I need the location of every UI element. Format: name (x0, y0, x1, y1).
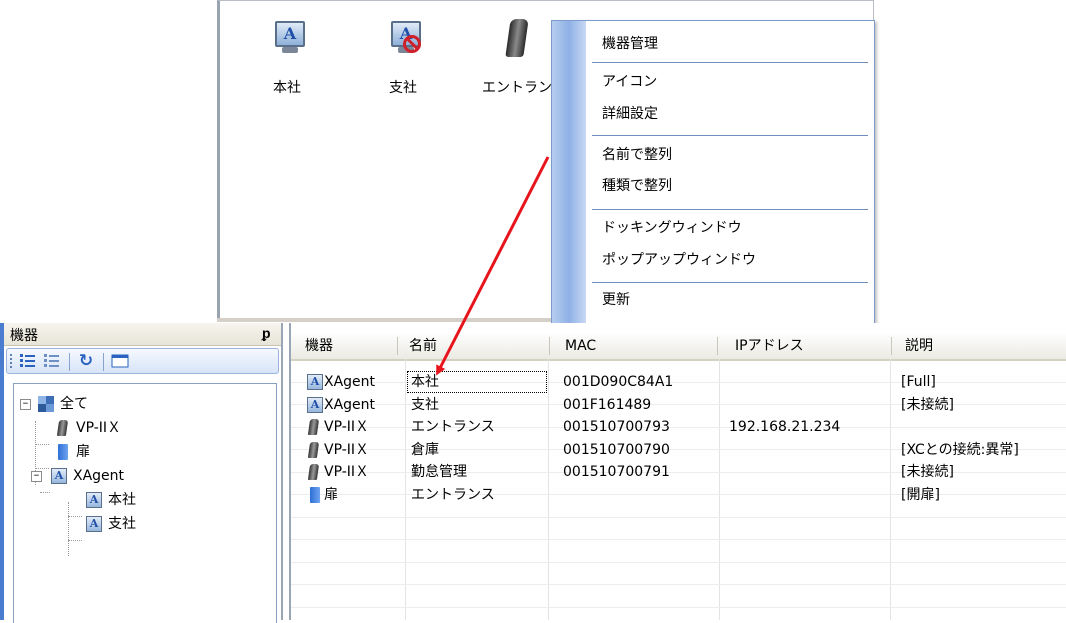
cell-mac: 001F161489 (563, 397, 652, 413)
device-icon-honsha[interactable]: A 本社 (252, 19, 322, 99)
table-row[interactable]: VP-IIＸ 勤怠管理 001510700791 [未接続] (291, 461, 1066, 483)
menu-separator (592, 282, 868, 283)
collapse-toggle-icon[interactable]: − (31, 471, 42, 482)
monitor-icon: A (307, 374, 323, 390)
menu-item-popup-window[interactable]: ポップアップウィンドウ (602, 249, 756, 271)
camera-icon (307, 464, 320, 480)
cell-description: [開扉] (901, 487, 940, 503)
monitor-icon: A (86, 516, 102, 532)
dock-toolbar: ↻ (6, 348, 279, 374)
device-icon-label: 支社 (389, 80, 417, 96)
collapse-toggle-icon[interactable]: − (20, 399, 31, 410)
device-tree[interactable]: − 全て VP-IIＸ 扉 − A XAgent A 本社 A 支社 (13, 383, 277, 623)
tree-node-label: VP-IIＸ (76, 420, 122, 436)
monitor-disconnected-icon: A (388, 19, 422, 59)
tree-node-label: 支社 (108, 516, 136, 532)
table-row[interactable]: A XAgent 本社 001D090C84A1 [Full] (291, 371, 1066, 393)
cell-mac: 001510700793 (563, 419, 670, 435)
menu-separator (592, 209, 868, 210)
cell-name: 支社 (411, 397, 439, 413)
menu-separator (592, 62, 868, 63)
cell-name: 倉庫 (411, 442, 439, 458)
table-row[interactable]: VP-IIＸ 倉庫 001510700790 [XCとの接続:異常] (291, 439, 1066, 461)
refresh-icon[interactable]: ↻ (77, 353, 95, 370)
menu-item-device-management[interactable]: 機器管理 (602, 33, 658, 55)
device-dock-pane: 機器 ᵱ ↻ − 全て VP-IIＸ 扉 − A XAgent A 本社 A 支… (0, 323, 283, 623)
cell-description: [未接続] (901, 397, 954, 413)
monitor-icon: A (51, 468, 67, 484)
menu-item-sort-by-name[interactable]: 名前で整列 (602, 144, 672, 166)
cell-device: XAgent (324, 374, 376, 390)
door-icon (58, 444, 68, 460)
device-icon-label: エントランス (482, 80, 566, 96)
tree-node-label: 扉 (76, 444, 90, 460)
menu-item-docking-window[interactable]: ドッキングウィンドウ (602, 217, 742, 239)
menu-item-sort-by-type[interactable]: 種類で整列 (602, 175, 672, 197)
monitor-icon: A (272, 19, 306, 59)
door-icon (310, 487, 320, 503)
menu-item-refresh[interactable]: 更新 (602, 289, 630, 311)
cell-device: VP-IIＸ (324, 419, 370, 435)
cell-device: VP-IIＸ (324, 442, 370, 458)
menu-separator (592, 135, 868, 136)
tree-node-label: 全て (60, 396, 88, 412)
cell-description: [未接続] (901, 464, 954, 480)
cell-mac: 001510700791 (563, 464, 670, 480)
dock-title-bar: 機器 ᵱ (4, 323, 281, 346)
table-row[interactable]: A XAgent 支社 001F161489 [未接続] (291, 394, 1066, 416)
column-header-name[interactable]: 名前 (401, 333, 549, 359)
expand-all-icon[interactable] (19, 353, 37, 369)
cell-device: 扉 (324, 487, 338, 503)
tree-node-label: XAgent (73, 468, 125, 484)
tree-node-label: 本社 (108, 492, 136, 508)
cell-name: エントランス (411, 487, 495, 503)
cell-mac: 001D090C84A1 (563, 374, 674, 390)
table-row[interactable]: 扉 エントランス [開扉] (291, 484, 1066, 506)
grid-header: 機器 名前 MAC IPアドレス 説明 (291, 333, 1066, 361)
monitor-icon: A (307, 397, 323, 413)
device-icon-entrance[interactable]: エントランス (482, 19, 566, 99)
cell-ip: 192.168.21.234 (729, 419, 841, 435)
camera-icon (307, 442, 320, 458)
collapse-all-icon[interactable] (43, 353, 61, 369)
camera-icon (502, 19, 536, 59)
column-header-ip[interactable]: IPアドレス (727, 333, 887, 359)
camera-icon (307, 419, 320, 435)
camera-icon (56, 420, 69, 436)
all-devices-icon (38, 396, 54, 412)
cell-device: VP-IIＸ (324, 464, 370, 480)
cell-device: XAgent (324, 397, 376, 413)
cell-name: 勤怠管理 (411, 464, 467, 480)
device-grid[interactable]: 機器 名前 MAC IPアドレス 説明 A XAgent 本社 001D090C… (289, 323, 1066, 620)
pin-icon[interactable]: ᵱ (262, 325, 271, 342)
menu-item-detail-settings[interactable]: 詳細設定 (602, 103, 658, 125)
column-header-mac[interactable]: MAC (557, 333, 717, 359)
device-icon-label: 本社 (273, 80, 301, 96)
cell-description: [Full] (901, 374, 936, 390)
context-menu: 機器管理 アイコン 詳細設定 名前で整列 種類で整列 ドッキングウィンドウ ポッ… (551, 20, 875, 325)
table-row[interactable]: VP-IIＸ エントランス 001510700793 192.168.21.23… (291, 416, 1066, 438)
toolbar-separator (69, 353, 70, 371)
toolbar-separator (103, 353, 104, 371)
monitor-icon: A (86, 492, 102, 508)
column-header-device[interactable]: 機器 (297, 333, 395, 359)
window-icon[interactable] (111, 353, 129, 369)
cell-name[interactable]: 本社 (407, 371, 547, 393)
cell-name: エントランス (411, 419, 495, 435)
toolbar-grip[interactable] (10, 354, 14, 368)
device-icon-shisha[interactable]: A 支社 (368, 19, 438, 99)
dock-title: 機器 (10, 328, 38, 344)
column-header-description[interactable]: 説明 (897, 333, 1057, 359)
menu-item-icon[interactable]: アイコン (602, 71, 657, 93)
cell-mac: 001510700790 (563, 442, 670, 458)
menu-icon-strip (552, 21, 586, 324)
cell-description: [XCとの接続:異常] (901, 442, 1019, 458)
